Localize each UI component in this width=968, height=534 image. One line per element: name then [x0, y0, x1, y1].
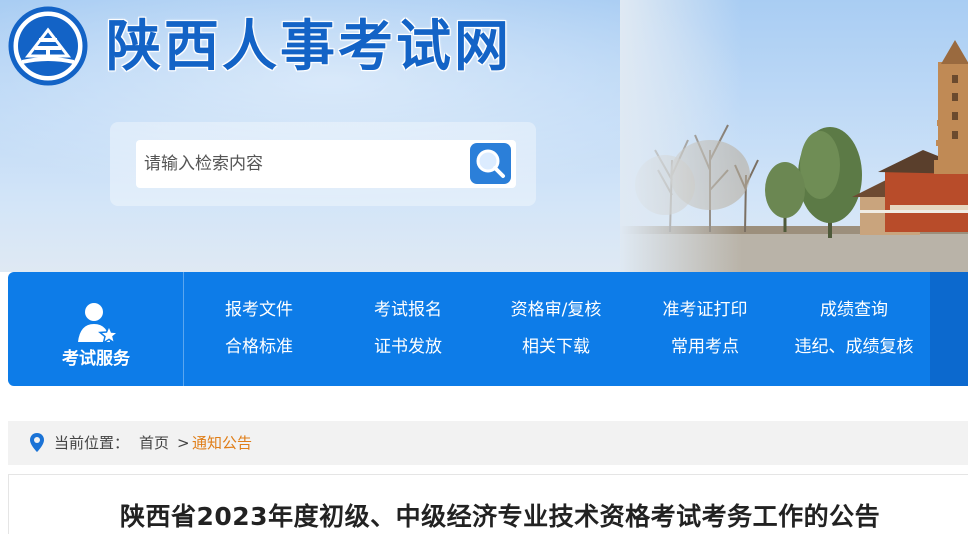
- nav-link-downloads[interactable]: 相关下载: [476, 336, 636, 358]
- location-pin-icon: [30, 433, 44, 452]
- nav-link-violation-review[interactable]: 违纪、成绩复核: [774, 336, 934, 358]
- exam-service-label: 考试服务: [62, 349, 130, 369]
- nav-link-score-query[interactable]: 成绩查询: [774, 299, 934, 321]
- search-icon: [476, 149, 505, 178]
- breadcrumb-home-link[interactable]: 首页: [139, 433, 169, 453]
- breadcrumb-separator: >: [177, 434, 190, 452]
- user-star-icon: [78, 303, 120, 345]
- nav-link-qualification-review[interactable]: 资格审/复核: [476, 299, 636, 321]
- nav-link-pass-standard[interactable]: 合格标准: [179, 336, 339, 358]
- article-title: 陕西省2023年度初级、中级经济专业技术资格考试考务工作的公告: [120, 502, 881, 531]
- nav-link-admission-ticket[interactable]: 准考证打印: [625, 299, 785, 321]
- nav-link-registration[interactable]: 考试报名: [328, 299, 488, 321]
- nav-link-test-sites[interactable]: 常用考点: [625, 336, 785, 358]
- breadcrumb: 当前位置： 首页 > 通知公告: [8, 421, 968, 465]
- breadcrumb-prefix: 当前位置：: [54, 434, 130, 452]
- nav-link-certificate[interactable]: 证书发放: [328, 336, 488, 358]
- site-logo-icon[interactable]: [8, 6, 88, 86]
- search-input[interactable]: [136, 140, 466, 188]
- nav-end-strip: [930, 272, 968, 386]
- pagoda-scene-image: [620, 0, 968, 272]
- service-nav-bar: 考试服务 报考文件 考试报名 资格审/复核 准考证打印 成绩查询 合格标准 证书…: [8, 272, 968, 386]
- search-button[interactable]: [470, 143, 511, 184]
- site-title[interactable]: 陕西人事考试网: [106, 8, 512, 84]
- nav-link-application-docs[interactable]: 报考文件: [179, 299, 339, 321]
- breadcrumb-current[interactable]: 通知公告: [192, 433, 252, 453]
- exam-service-block[interactable]: 考试服务: [8, 272, 184, 386]
- article-container: 陕西省2023年度初级、中级经济专业技术资格考试考务工作的公告: [8, 474, 968, 534]
- header-banner: 陕西人事考试网: [0, 0, 968, 272]
